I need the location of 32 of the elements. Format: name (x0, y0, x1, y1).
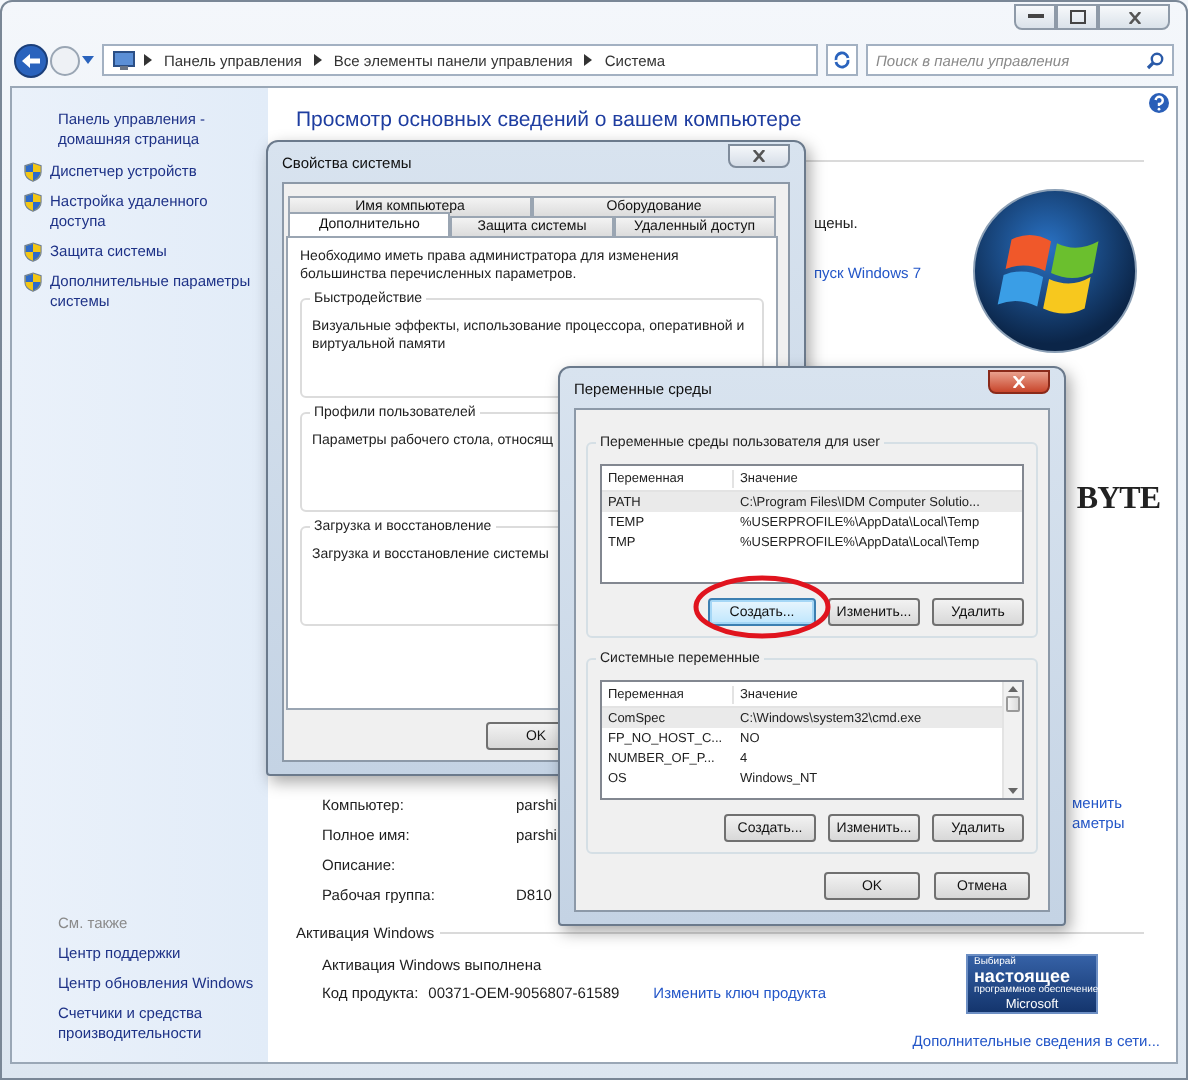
help-icon[interactable] (1148, 92, 1170, 114)
chevron-icon[interactable] (584, 54, 593, 66)
refresh-button[interactable] (826, 44, 858, 76)
brand-text: BYTE (1076, 482, 1160, 518)
dropdown-icon[interactable] (82, 56, 94, 64)
maximize-icon (1069, 10, 1085, 24)
chevron-icon[interactable] (144, 54, 152, 66)
close-icon (1127, 11, 1141, 23)
maximize-button[interactable] (1056, 4, 1098, 30)
close-button[interactable] (988, 369, 1050, 393)
search-icon (1146, 51, 1164, 69)
minimize-icon (1027, 14, 1043, 20)
scrollbar[interactable] (1002, 682, 1022, 798)
back-icon[interactable] (14, 43, 48, 77)
close-button[interactable] (1098, 4, 1170, 30)
page-heading: Просмотр основных сведений о вашем компьютере (296, 106, 804, 134)
scroll-up-icon[interactable] (1008, 686, 1018, 692)
scroll-down-icon[interactable] (1008, 788, 1018, 794)
shield-icon (24, 162, 42, 182)
close-icon (1012, 375, 1026, 387)
shield-icon (24, 242, 42, 262)
refresh-icon (832, 50, 852, 70)
computer-icon (112, 49, 136, 71)
shield-icon (24, 272, 42, 292)
badge-text: настоящее (974, 968, 1070, 986)
close-button[interactable] (728, 143, 790, 167)
close-icon (752, 149, 766, 161)
scroll-thumb[interactable] (1006, 696, 1020, 712)
minimize-button[interactable] (1014, 4, 1056, 30)
highlight-ellipse (692, 574, 832, 640)
chevron-icon[interactable] (313, 54, 322, 66)
shield-icon (24, 192, 42, 212)
